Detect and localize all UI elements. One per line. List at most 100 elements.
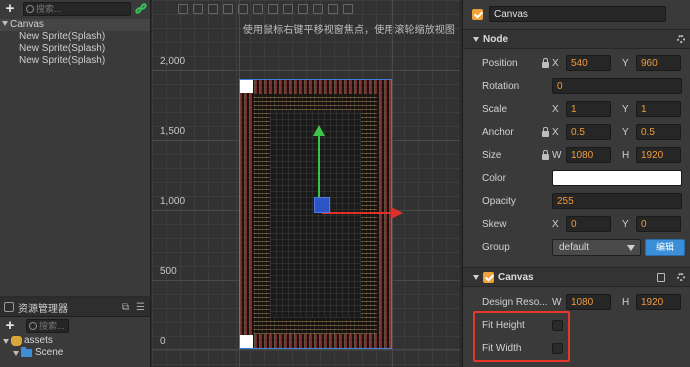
tree-item-sprite[interactable]: New Sprite(Splash) — [0, 55, 150, 67]
position-y-input[interactable] — [636, 55, 681, 71]
gear-icon[interactable] — [677, 273, 685, 281]
y-axis-label: 1,000 — [160, 196, 186, 207]
assets-tab-label: 资源管理器 — [18, 303, 68, 315]
hierarchy-panel: + Canvas New Sprite(Splash) New Sprite(S… — [0, 0, 151, 296]
align-right-icon[interactable] — [253, 3, 263, 14]
splash-sprite[interactable] — [239, 79, 392, 349]
distribute-middle-icon[interactable] — [283, 3, 293, 14]
dropdown-arrow-icon — [627, 244, 635, 251]
popout-icon[interactable]: ⧉ — [122, 302, 129, 313]
hierarchy-search-input[interactable] — [35, 4, 131, 14]
grid-line — [152, 70, 460, 71]
distribute-bottom-icon[interactable] — [298, 3, 308, 14]
canvas-enabled-checkbox[interactable] — [483, 271, 494, 283]
anchor-row: Anchor X Y — [463, 121, 690, 143]
scene-hint-text: 使用鼠标右键平移视窗焦点，使用滚轮缩放视图 — [242, 25, 455, 36]
lock-icon[interactable] — [542, 58, 549, 68]
gear-icon[interactable] — [677, 35, 685, 43]
assets-panel: 资源管理器 ⧉ ☰ + assets Scene — [0, 298, 151, 367]
distribute-center-icon[interactable] — [328, 3, 338, 14]
node-active-checkbox[interactable] — [472, 8, 483, 20]
assets-tab[interactable]: 资源管理器 ⧉ ☰ — [0, 298, 150, 317]
size-row: Size W H — [463, 144, 690, 166]
caret-down-icon[interactable] — [473, 274, 479, 280]
anchor-x-input[interactable] — [566, 124, 611, 140]
caret-down-icon[interactable] — [3, 338, 9, 344]
asset-item-scene[interactable]: Scene — [0, 347, 150, 359]
tree-item-canvas[interactable]: Canvas — [0, 19, 150, 31]
edit-group-button[interactable]: 编辑 — [645, 238, 685, 256]
design-resolution-w-input[interactable] — [566, 294, 611, 310]
distribute-left-icon[interactable] — [313, 3, 323, 14]
opacity-row: Opacity — [463, 190, 690, 212]
rotation-input[interactable] — [552, 78, 682, 94]
tree-item-sprite[interactable]: New Sprite(Splash) — [0, 43, 150, 55]
lock-icon[interactable] — [542, 127, 549, 137]
distribute-right-icon[interactable] — [343, 3, 353, 14]
align-left-icon[interactable] — [223, 3, 233, 14]
size-w-input[interactable] — [566, 147, 611, 163]
property-label: Position — [482, 57, 518, 69]
group-select-value: default — [559, 241, 590, 253]
align-bottom-icon[interactable] — [208, 3, 218, 14]
book-icon[interactable] — [657, 272, 665, 282]
axis-label: H — [622, 296, 630, 308]
canvas-section-header[interactable]: Canvas — [463, 267, 690, 287]
property-label: Anchor — [482, 126, 514, 138]
asset-item-assets[interactable]: assets — [0, 335, 150, 347]
node-name-input[interactable] — [489, 6, 666, 22]
axis-label: X — [552, 126, 559, 138]
lock-icon[interactable] — [542, 150, 549, 160]
position-x-input[interactable] — [566, 55, 611, 71]
menu-icon[interactable]: ☰ — [136, 302, 145, 313]
node-tree: Canvas New Sprite(Splash) New Sprite(Spl… — [0, 18, 150, 67]
group-select[interactable]: default — [552, 238, 641, 256]
property-label: Skew — [482, 218, 507, 230]
move-gizmo-center[interactable] — [314, 197, 330, 213]
y-axis-label: 0 — [160, 336, 166, 347]
caret-down-icon[interactable] — [2, 21, 8, 26]
design-resolution-row: Design Reso... W H — [463, 291, 690, 313]
link-icon[interactable] — [134, 2, 148, 15]
move-gizmo-y-axis[interactable] — [318, 133, 320, 204]
assets-search-box[interactable] — [26, 319, 69, 333]
align-top-icon[interactable] — [178, 3, 188, 14]
arrow-up-icon[interactable] — [313, 125, 325, 136]
group-row: Group default 编辑 — [463, 236, 690, 258]
size-h-input[interactable] — [636, 147, 681, 163]
align-middle-icon[interactable] — [193, 3, 203, 14]
asset-label: Scene — [35, 347, 64, 358]
arrow-right-icon[interactable] — [391, 207, 403, 219]
design-resolution-h-input[interactable] — [636, 294, 681, 310]
assets-search-input[interactable] — [39, 321, 68, 331]
property-label: Size — [482, 149, 502, 161]
color-row: Color — [463, 167, 690, 189]
scene-view[interactable]: 使用鼠标右键平移视窗焦点，使用滚轮缩放视图 2,000 1,500 1,000 … — [152, 0, 460, 367]
caret-down-icon[interactable] — [473, 36, 479, 42]
move-gizmo-x-axis[interactable] — [322, 212, 392, 214]
add-node-button[interactable]: + — [3, 1, 17, 16]
skew-y-input[interactable] — [636, 216, 681, 232]
grid-line — [152, 349, 460, 350]
panel-controls: ⧉ ☰ — [122, 302, 145, 313]
section-title: Node — [483, 33, 508, 45]
distribute-top-icon[interactable] — [268, 3, 278, 14]
scale-y-input[interactable] — [636, 101, 681, 117]
tree-item-label: Canvas — [10, 19, 44, 30]
scale-x-input[interactable] — [566, 101, 611, 117]
opacity-input[interactable] — [552, 193, 682, 209]
node-section-header[interactable]: Node — [463, 29, 690, 49]
hierarchy-search-box[interactable] — [22, 2, 132, 16]
node-name-row — [463, 3, 690, 25]
tree-item-label: New Sprite(Splash) — [19, 31, 106, 42]
caret-down-icon[interactable] — [13, 350, 19, 356]
anchor-y-input[interactable] — [636, 124, 681, 140]
axis-label: H — [622, 149, 630, 161]
folder-icon — [21, 347, 32, 357]
skew-x-input[interactable] — [566, 216, 611, 232]
tree-item-sprite[interactable]: New Sprite(Splash) — [0, 31, 150, 43]
add-asset-button[interactable]: + — [3, 318, 17, 333]
color-picker-swatch[interactable] — [552, 170, 682, 186]
scale-row: Scale X Y — [463, 98, 690, 120]
grid-line — [392, 0, 393, 367]
